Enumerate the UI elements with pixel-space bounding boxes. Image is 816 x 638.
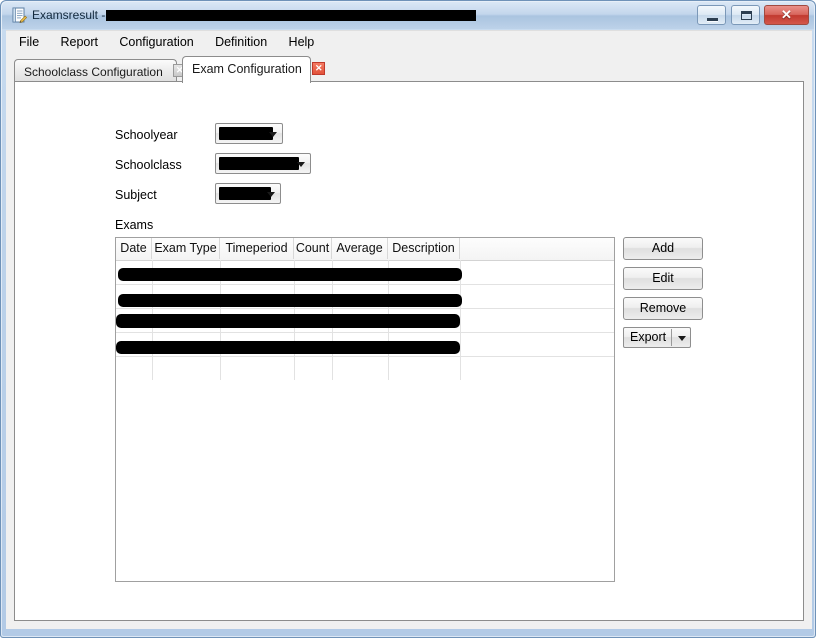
exam-configuration-panel: Schoolyear Schoolclass Subject Exams Dat… [14,81,804,621]
table-row-empty [116,356,614,380]
subject-combo[interactable] [215,183,281,204]
column-header-timeperiod[interactable]: Timeperiod [220,238,294,259]
schoolyear-combo[interactable] [215,123,283,144]
schoolclass-value-redaction [219,157,299,170]
schoolyear-value-redaction [219,127,273,140]
close-button[interactable]: ✕ [764,5,809,25]
window-controls: ✕ [696,5,809,26]
schoolyear-label: Schoolyear [115,128,178,142]
tab-exam-configuration-close-icon[interactable]: ✕ [312,62,326,76]
chevron-down-icon [297,162,305,167]
table-row[interactable] [116,308,614,333]
window-title: Examsresult - [32,8,106,22]
add-button[interactable]: Add [623,237,703,260]
maximize-button[interactable] [730,5,760,25]
subject-label: Subject [115,188,157,202]
minimize-icon [707,18,719,21]
table-row-redaction [118,294,462,307]
menu-bar: File Report Configuration Definition Hel… [6,30,812,53]
schoolclass-label: Schoolclass [115,158,182,172]
chevron-down-icon[interactable] [678,336,686,341]
column-header-filler [460,238,614,259]
table-row-redaction [118,268,462,281]
exams-grid-body [116,260,614,581]
subject-value-redaction [219,187,271,200]
menu-item-configuration[interactable]: Configuration [110,31,202,53]
tab-exam-configuration[interactable]: Exam Configuration ✕ [182,56,326,83]
column-header-description[interactable]: Description [388,238,460,259]
menu-item-report[interactable]: Report [52,31,108,53]
exams-grid[interactable]: Date Exam Type Timeperiod Count Average … [115,237,615,582]
column-header-exam-type[interactable]: Exam Type [152,238,220,259]
table-row[interactable] [116,284,614,309]
column-header-date[interactable]: Date [116,238,152,259]
table-row[interactable] [116,332,614,357]
tab-exam-configuration-label: Exam Configuration [192,62,302,77]
column-header-count[interactable]: Count [294,238,332,259]
exams-grid-header: Date Exam Type Timeperiod Count Average … [116,238,614,261]
application-window: Examsresult - ✕ File Report Configuratio… [0,0,816,638]
menu-item-file[interactable]: File [10,31,48,53]
tab-schoolclass-configuration[interactable]: Schoolclass Configuration ✕ [14,59,187,82]
remove-button[interactable]: Remove [623,297,703,320]
notepad-pencil-icon [11,7,28,24]
table-row-redaction [116,341,460,354]
menu-item-definition[interactable]: Definition [206,31,276,53]
export-split-divider [671,329,672,346]
tab-strip: Schoolclass Configuration ✕ Exam Configu… [14,56,804,83]
table-row[interactable] [116,260,614,285]
schoolclass-combo[interactable] [215,153,311,174]
chevron-down-icon [269,132,277,137]
maximize-icon [740,11,752,20]
client-area: Schoolclass Configuration ✕ Exam Configu… [6,52,812,629]
export-button-label: Export [630,330,667,344]
exams-label: Exams [115,218,154,232]
export-split-button[interactable]: Export [623,327,691,348]
title-bar[interactable]: Examsresult - ✕ [2,2,814,29]
edit-button[interactable]: Edit [623,267,703,290]
chevron-down-icon [267,192,275,197]
menu-item-help[interactable]: Help [280,31,324,53]
close-icon: ✕ [781,7,792,22]
column-header-average[interactable]: Average [332,238,388,259]
tab-schoolclass-configuration-label: Schoolclass Configuration [24,64,163,79]
minimize-button[interactable] [697,5,727,25]
table-row-redaction [116,314,460,328]
window-title-redaction [106,10,476,21]
